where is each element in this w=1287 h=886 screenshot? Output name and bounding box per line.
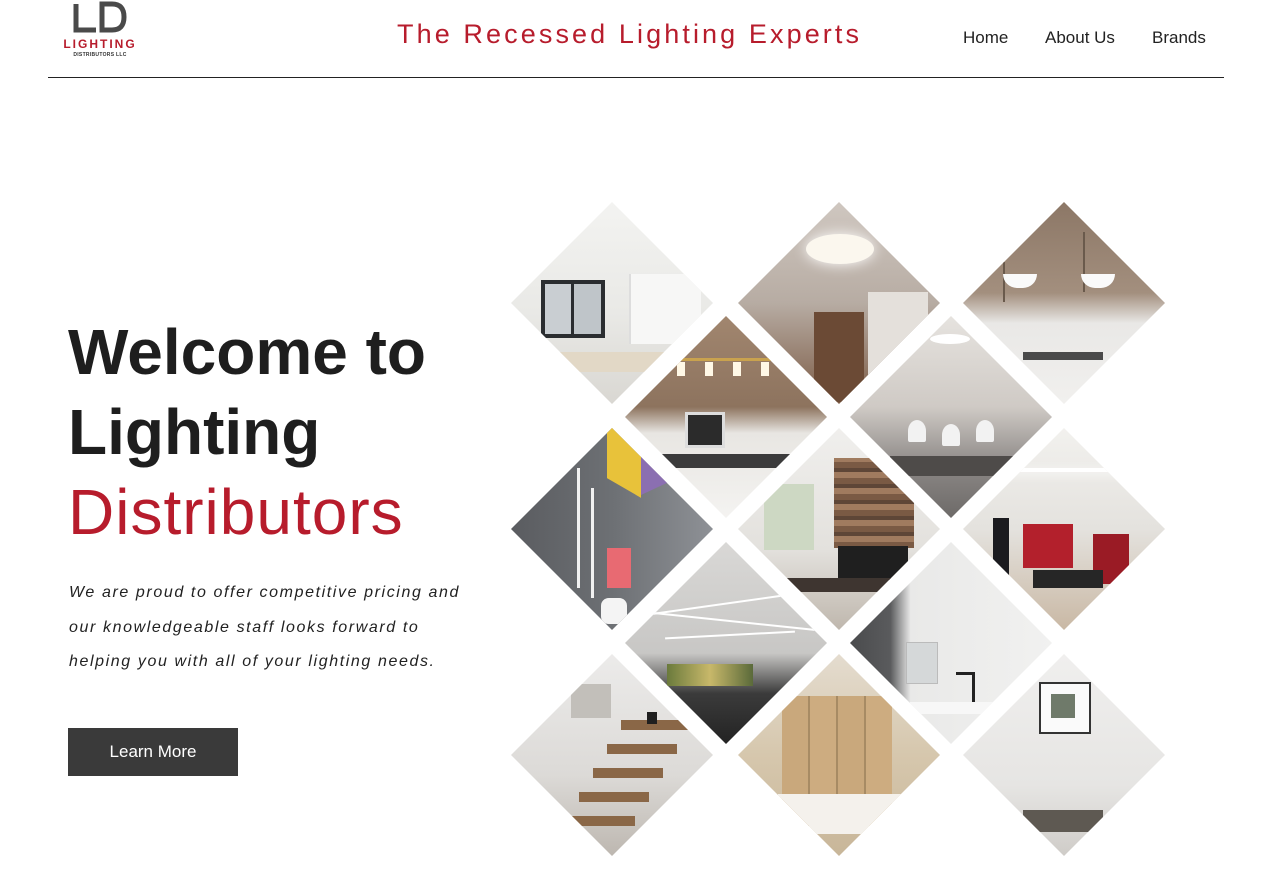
photo-collage — [0, 0, 1287, 886]
